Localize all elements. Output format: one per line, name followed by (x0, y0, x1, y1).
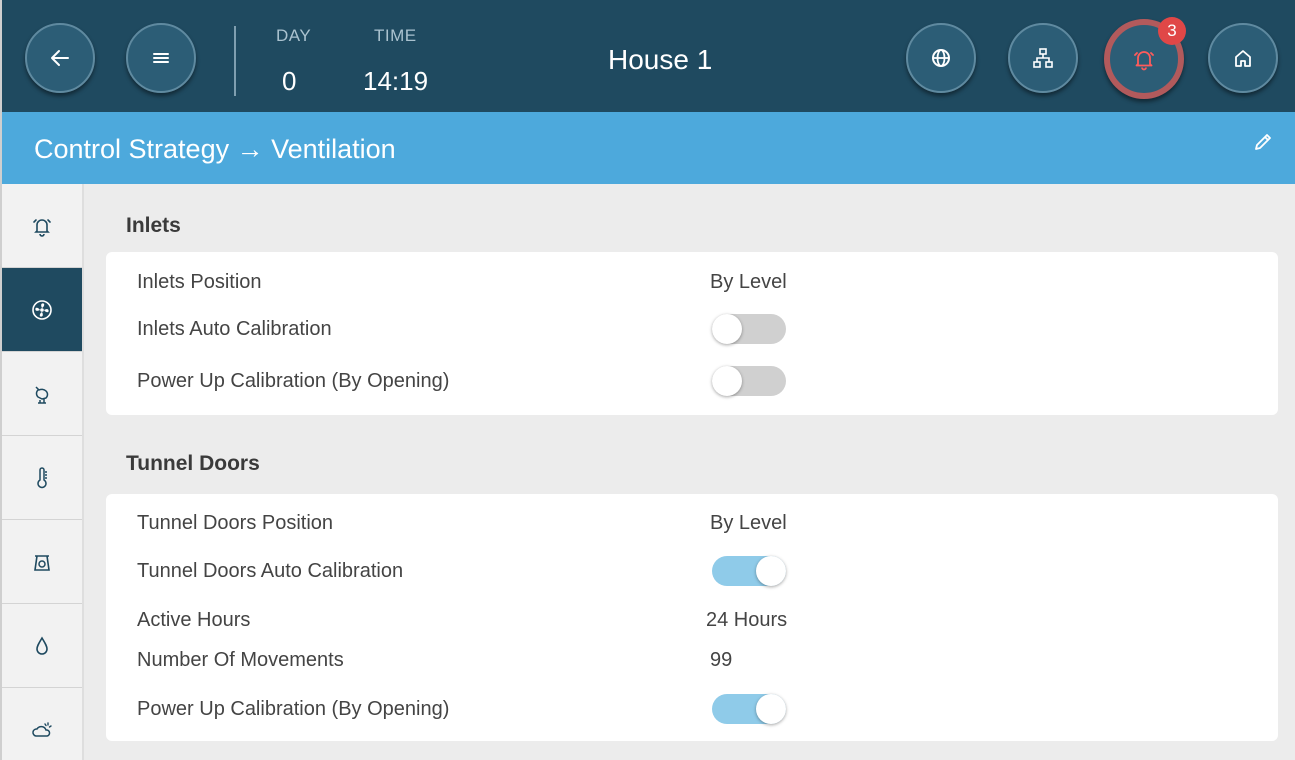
bell-icon (1134, 51, 1154, 71)
tunnel-doors-section-title: Tunnel Doors (126, 452, 260, 475)
time-label: TIME (374, 26, 417, 45)
main-content: Inlets Inlets Position By Level Inlets A… (84, 184, 1295, 760)
active-hours-value[interactable]: 24 Hours (706, 609, 787, 632)
sidebar-item-temperature[interactable] (2, 436, 82, 520)
tunnel-doors-position-value[interactable]: By Level (710, 512, 787, 535)
app-window: DAY 0 TIME 14:19 House 1 3 Control Strat… (0, 0, 1295, 760)
top-bar: DAY 0 TIME 14:19 House 1 3 (2, 0, 1295, 112)
number-of-movements-value[interactable]: 99 (710, 649, 732, 672)
house-name: House 1 (608, 44, 713, 75)
day-label: DAY (276, 26, 312, 45)
weather-icon (32, 721, 52, 737)
tunnel-doors-auto-calibration-label: Tunnel Doors Auto Calibration (137, 560, 404, 582)
fan-icon (32, 299, 52, 320)
home-icon (1235, 50, 1251, 67)
back-button[interactable] (25, 23, 95, 93)
inlets-position-value[interactable]: By Level (710, 271, 787, 294)
day-value: 0 (282, 66, 297, 96)
inlets-power-up-calibration-label: Power Up Calibration (By Opening) (137, 370, 450, 392)
language-button[interactable] (906, 23, 976, 93)
tunnel-doors-card: Tunnel Doors Position By Level Tunnel Do… (106, 494, 1278, 741)
network-button[interactable] (1008, 23, 1078, 93)
sidebar-item-alarms[interactable] (2, 184, 82, 268)
thermometer-icon (37, 466, 47, 488)
inlets-section-title: Inlets (126, 214, 181, 237)
inlets-card: Inlets Position By Level Inlets Auto Cal… (106, 252, 1278, 415)
water-drop-icon (36, 635, 48, 655)
sidebar-item-birds[interactable] (2, 352, 82, 436)
sidebar-item-weather[interactable] (2, 688, 82, 760)
header-divider (234, 26, 236, 96)
sidebar-item-scale[interactable] (2, 520, 82, 604)
sidebar-item-water[interactable] (2, 604, 82, 688)
sidebar (2, 184, 84, 760)
alarm-icon (33, 218, 51, 237)
toggle-knob (712, 314, 742, 344)
tunnel-doors-position-label: Tunnel Doors Position (137, 512, 334, 534)
inlets-power-up-calibration-toggle[interactable] (712, 366, 786, 396)
inlets-auto-calibration-label: Inlets Auto Calibration (137, 318, 332, 340)
pencil-icon (1255, 134, 1271, 150)
inlets-auto-calibration-toggle[interactable] (712, 314, 786, 344)
network-icon (1033, 48, 1053, 68)
globe-icon (932, 49, 950, 67)
toggle-knob (712, 366, 742, 396)
toggle-knob (756, 556, 786, 586)
menu-button[interactable] (126, 23, 196, 93)
scale-icon (34, 554, 50, 571)
inlets-position-label: Inlets Position (137, 271, 262, 293)
bird-icon (35, 385, 49, 404)
title-bar: Control Strategy → Ventilation (2, 112, 1295, 184)
edit-button[interactable] (1249, 128, 1277, 156)
time-value: 14:19 (363, 66, 429, 96)
toggle-knob (756, 694, 786, 724)
alarm-button[interactable]: 3 (1104, 17, 1186, 99)
page-title: Control Strategy → Ventilation (34, 134, 396, 164)
number-of-movements-label: Number Of Movements (137, 649, 344, 671)
home-button[interactable] (1208, 23, 1278, 93)
tunnel-doors-power-up-calibration-toggle[interactable] (712, 694, 786, 724)
sidebar-item-ventilation[interactable] (2, 268, 82, 352)
alarm-count-badge: 3 (1158, 17, 1186, 45)
menu-icon (153, 53, 169, 63)
tunnel-doors-power-up-calibration-label: Power Up Calibration (By Opening) (137, 698, 450, 720)
tunnel-doors-auto-calibration-toggle[interactable] (712, 556, 786, 586)
back-icon (51, 50, 69, 66)
active-hours-label: Active Hours (137, 609, 251, 631)
